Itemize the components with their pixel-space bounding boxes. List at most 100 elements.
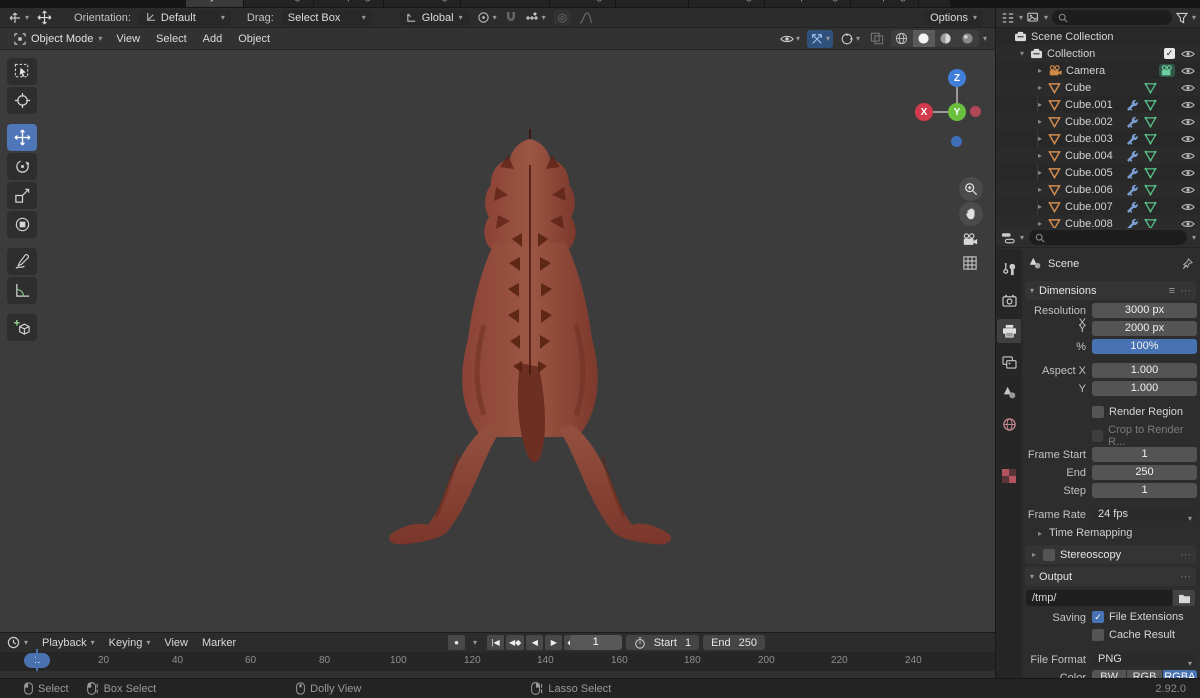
menu-view[interactable]: View <box>108 30 148 48</box>
chevron-down-icon[interactable]: ▾ <box>1192 233 1196 242</box>
outliner-row-cube002[interactable]: ▸ Cube.002 <box>996 113 1200 130</box>
outliner-row-cube003[interactable]: ▸ Cube.003 <box>996 130 1200 147</box>
collection-checkbox[interactable]: ✓ <box>1164 48 1175 59</box>
shading-material-button[interactable] <box>935 30 957 47</box>
tab-world[interactable] <box>997 412 1021 436</box>
aspect-x-field[interactable]: 1.000 <box>1092 363 1197 378</box>
modifier-wrench-icon[interactable] <box>1125 183 1138 196</box>
mesh-data-icon[interactable] <box>1144 116 1157 128</box>
outliner-search-input[interactable] <box>1052 10 1172 25</box>
crop-checkbox[interactable] <box>1092 430 1104 442</box>
menu-timeline-view[interactable]: View <box>157 637 195 649</box>
file-format-dropdown[interactable]: PNG ▾ <box>1092 652 1197 668</box>
eye-icon[interactable] <box>1181 66 1195 76</box>
play-button[interactable]: ▶ <box>545 635 563 650</box>
proportional-editing-toggle[interactable]: ◎ <box>553 10 572 25</box>
properties-editor-icon[interactable] <box>1001 232 1015 244</box>
percent-slider[interactable]: 100% <box>1092 339 1197 354</box>
orientation-dropdown[interactable]: Default ▾ <box>138 9 231 26</box>
modifier-wrench-icon[interactable] <box>1125 200 1138 213</box>
presets-icon[interactable]: ≡ <box>1169 285 1175 297</box>
file-extensions-checkbox[interactable]: ✓ <box>1092 611 1104 623</box>
auto-keying-button[interactable]: ● <box>448 635 465 650</box>
prev-keyframe-button[interactable]: ◀◆ <box>506 635 525 650</box>
frame-rate-dropdown[interactable]: 24 fps ▾ <box>1092 507 1197 523</box>
tab-uv-editing[interactable]: UV Editing <box>383 0 460 7</box>
mesh-data-icon[interactable] <box>1144 184 1157 196</box>
axis-x-ball[interactable]: X <box>915 103 933 121</box>
eye-icon[interactable] <box>1181 151 1195 161</box>
panel-options-icon[interactable]: ⋯ <box>1180 548 1191 561</box>
active-tool-indicator[interactable] <box>37 10 52 25</box>
stereoscopy-checkbox[interactable] <box>1043 548 1055 561</box>
end-value[interactable]: 250 <box>739 637 757 649</box>
disclosure-closed-icon[interactable]: ▸ <box>1036 66 1044 75</box>
pivot-point-button[interactable]: ▾ <box>477 11 497 24</box>
shading-wireframe-button[interactable] <box>891 30 913 47</box>
disclosure-closed-icon[interactable]: ▸ <box>1036 168 1044 177</box>
axis-x-negative-dot[interactable] <box>970 106 981 117</box>
menu-object[interactable]: Object <box>230 30 278 48</box>
menu-add[interactable]: Add <box>195 30 231 48</box>
options-dropdown[interactable]: Options ▾ <box>924 9 983 26</box>
tool-scale[interactable] <box>7 182 37 209</box>
disclosure-closed-icon[interactable]: ▸ <box>1036 202 1044 211</box>
tab-texture[interactable] <box>997 464 1021 488</box>
breadcrumb-scene[interactable]: Scene <box>1048 258 1079 270</box>
xray-toggle[interactable] <box>867 30 887 47</box>
panel-options-icon[interactable]: ⋯ <box>1180 284 1191 297</box>
add-workspace-button[interactable]: + <box>919 0 950 7</box>
drag-dropdown[interactable]: Select Box ▾ <box>281 9 372 26</box>
outliner-row-cube001[interactable]: ▸ Cube.001 <box>996 96 1200 113</box>
eye-icon[interactable] <box>1181 134 1195 144</box>
shading-dropdown[interactable]: ▾ <box>983 34 987 43</box>
eye-icon[interactable] <box>1181 219 1195 229</box>
cache-result-checkbox[interactable] <box>1092 629 1104 641</box>
menu-marker[interactable]: Marker <box>195 637 243 649</box>
menu-playback[interactable]: Playback ▾ <box>35 637 102 649</box>
eye-icon[interactable] <box>1181 168 1195 178</box>
modifier-wrench-icon[interactable] <box>1125 166 1138 179</box>
tab-compositing[interactable]: Compositing <box>765 0 851 7</box>
timeline-ruler[interactable]: 20 40 60 80 100 120 140 160 180 200 220 … <box>0 652 995 671</box>
panel-output-header[interactable]: ▾ Output ⋯ <box>1025 567 1196 586</box>
eye-icon[interactable] <box>1181 117 1195 127</box>
properties-search-input[interactable] <box>1029 230 1187 245</box>
disclosure-closed-icon[interactable]: ▸ <box>1036 185 1044 194</box>
outliner-row-collection[interactable]: ▾ Collection ✓ <box>996 45 1200 62</box>
tab-shading[interactable]: Shading <box>550 0 615 7</box>
outliner-row-cube008[interactable]: ▸ Cube.008 <box>996 215 1200 228</box>
disclosure-closed-icon[interactable]: ▸ <box>1036 100 1044 109</box>
tool-select-box[interactable] <box>7 58 37 85</box>
browse-folder-button[interactable] <box>1173 590 1195 606</box>
tab-output[interactable] <box>997 319 1021 343</box>
tab-animation[interactable]: Animation <box>615 0 689 7</box>
outliner-row-camera[interactable]: ▸ Camera <box>996 62 1200 79</box>
panel-stereoscopy-header[interactable]: ▸ Stereoscopy ⋯ <box>1025 545 1196 564</box>
model-creature[interactable] <box>380 125 680 570</box>
transform-orientation-dropdown[interactable]: Global ▾ <box>399 9 469 26</box>
tool-cursor[interactable] <box>7 87 37 114</box>
tab-sculpting[interactable]: Sculpting <box>313 0 383 7</box>
panel-options-icon[interactable]: ⋯ <box>1180 570 1191 583</box>
mesh-data-icon[interactable] <box>1144 201 1157 213</box>
eye-icon[interactable] <box>1181 83 1195 93</box>
overlays-toggle[interactable]: ▾ <box>837 30 863 48</box>
pin-icon[interactable] <box>1181 257 1193 270</box>
menu-select[interactable]: Select <box>148 30 195 48</box>
tab-texture-paint[interactable]: Texture Paint <box>460 0 550 7</box>
disclosure-closed-icon[interactable]: ▸ <box>1036 219 1044 228</box>
aspect-y-field[interactable]: 1.000 <box>1092 381 1197 396</box>
mesh-data-icon[interactable] <box>1144 218 1157 229</box>
outliner-row-cube007[interactable]: ▸ Cube.007 <box>996 198 1200 215</box>
mesh-data-icon[interactable] <box>1144 99 1157 111</box>
axis-z-negative-dot[interactable] <box>951 136 962 147</box>
disclosure-closed-icon[interactable]: ▸ <box>1036 151 1044 160</box>
disclosure-open-icon[interactable]: ▾ <box>1018 49 1026 58</box>
mesh-data-icon[interactable] <box>1144 167 1157 179</box>
menu-keying[interactable]: Keying ▾ <box>102 637 158 649</box>
tab-render[interactable] <box>997 288 1021 312</box>
outliner-editor-icon[interactable] <box>1001 12 1015 24</box>
tool-rotate[interactable] <box>7 153 37 180</box>
viewport-3d[interactable]: Z X Y <box>0 50 995 632</box>
